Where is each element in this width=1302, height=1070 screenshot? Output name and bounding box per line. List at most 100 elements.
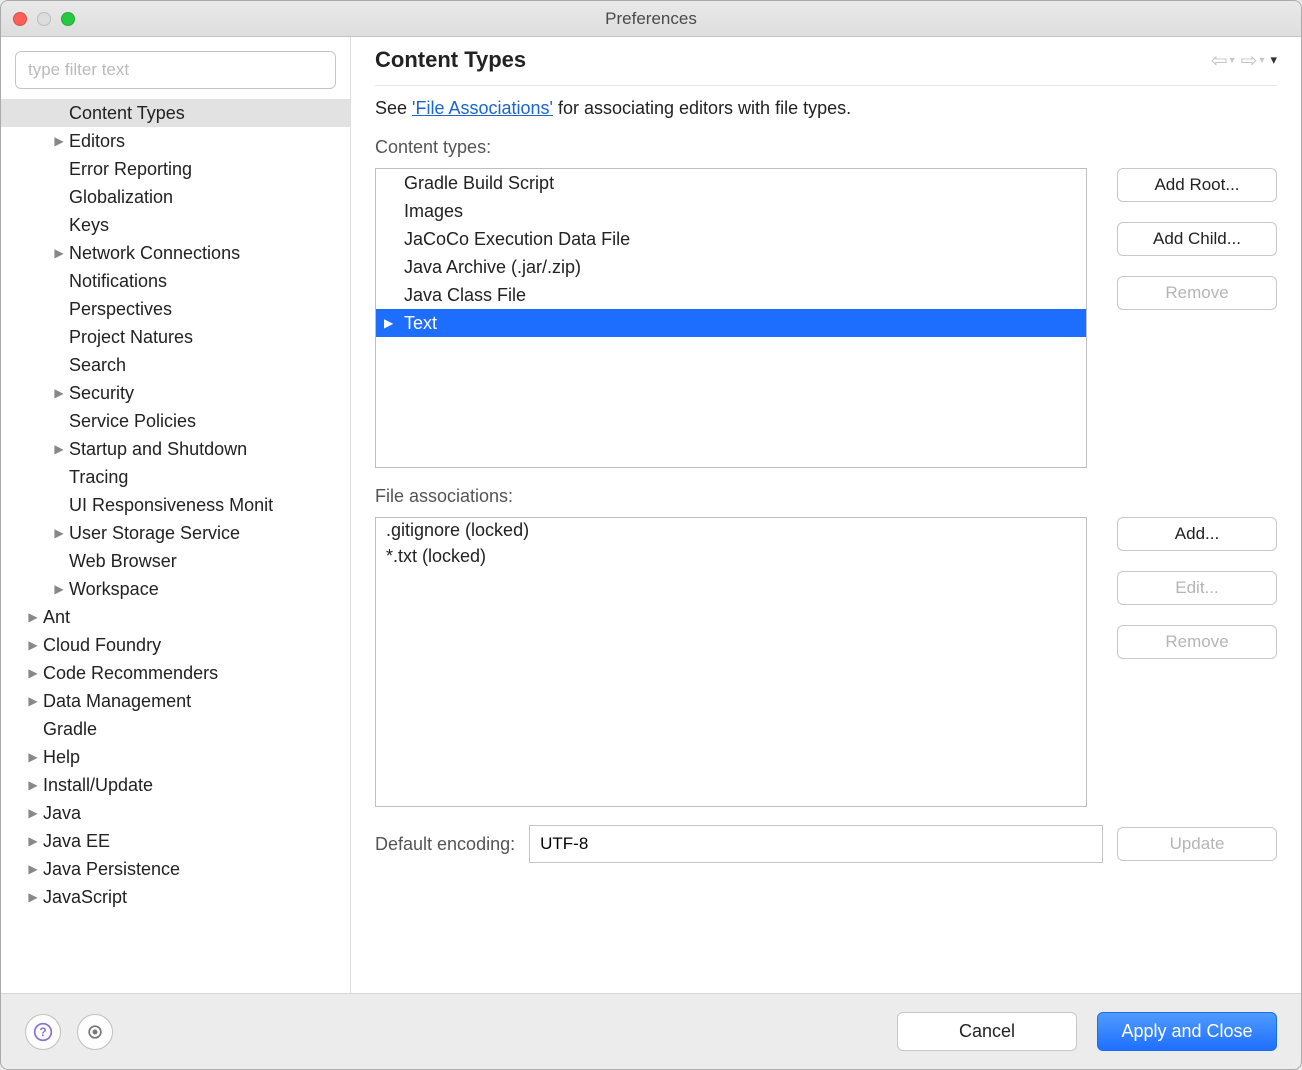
chevron-right-icon: ▶ — [53, 246, 65, 260]
filter-input[interactable] — [15, 51, 336, 89]
nav-toolbar: ⇦▾ ⇨▾ ▾ — [1211, 48, 1277, 73]
tree-item-label: User Storage Service — [67, 523, 240, 544]
tree-item-label: Data Management — [41, 691, 191, 712]
tree-item[interactable]: ▶Security — [1, 379, 350, 407]
chevron-right-icon: ▶ — [27, 610, 39, 624]
file-association-item[interactable]: *.txt (locked) — [376, 544, 1086, 570]
tree-item[interactable]: Web Browser — [1, 547, 350, 575]
file-associations-label: File associations: — [375, 486, 1277, 507]
sidebar: Content Types ▶Editors Error Reporting Glob… — [1, 37, 351, 993]
tree-item[interactable]: ▶Java EE — [1, 827, 350, 855]
content-type-item[interactable]: Gradle Build Script — [376, 169, 1086, 197]
tree-item-label: Workspace — [67, 579, 159, 600]
content-type-label: Text — [404, 313, 437, 334]
chevron-right-icon: ▶ — [53, 442, 65, 456]
add-assoc-button[interactable]: Add... — [1117, 517, 1277, 551]
file-associations-list[interactable]: .gitignore (locked)*.txt (locked) — [375, 517, 1087, 807]
titlebar[interactable]: Preferences — [1, 1, 1301, 37]
chevron-right-icon: ▶ — [27, 638, 39, 652]
chevron-right-icon: ▶ — [27, 666, 39, 680]
content-types-list[interactable]: Gradle Build Script Images JaCoCo Executio… — [375, 168, 1087, 468]
content-type-label: Gradle Build Script — [404, 173, 554, 194]
nav-forward-button[interactable]: ⇨▾ — [1241, 48, 1265, 73]
encoding-input[interactable] — [529, 825, 1103, 863]
apply-close-button[interactable]: Apply and Close — [1097, 1012, 1277, 1051]
tree-item[interactable]: Keys — [1, 211, 350, 239]
file-associations-link[interactable]: 'File Associations' — [412, 98, 553, 118]
tree-item[interactable]: ▶Data Management — [1, 687, 350, 715]
tree-item-label: Globalization — [67, 187, 173, 208]
minimize-window-icon — [37, 12, 51, 26]
content-type-item[interactable]: JaCoCo Execution Data File — [376, 225, 1086, 253]
chevron-right-icon: ▶ — [384, 316, 393, 330]
tree-item-label: Tracing — [67, 467, 128, 488]
tree-item[interactable]: Search — [1, 351, 350, 379]
add-child-button[interactable]: Add Child... — [1117, 222, 1277, 256]
tree-item-label: Java Persistence — [41, 859, 180, 880]
tree-item[interactable]: ▶Code Recommenders — [1, 659, 350, 687]
tree-item[interactable]: ▶Java — [1, 799, 350, 827]
preferences-tree[interactable]: Content Types ▶Editors Error Reporting Glob… — [1, 97, 350, 993]
tree-item-label: Code Recommenders — [41, 663, 218, 684]
tree-item[interactable]: ▶Editors — [1, 127, 350, 155]
nav-back-button[interactable]: ⇦▾ — [1211, 48, 1235, 73]
tree-item-label: Perspectives — [67, 299, 172, 320]
file-association-item[interactable]: .gitignore (locked) — [376, 518, 1086, 544]
tree-item[interactable]: Globalization — [1, 183, 350, 211]
tree-item-label: Cloud Foundry — [41, 635, 161, 656]
content-types-label: Content types: — [375, 137, 1277, 158]
tree-item[interactable]: ▶Workspace — [1, 575, 350, 603]
tree-item-label: Security — [67, 383, 134, 404]
edit-assoc-button: Edit... — [1117, 571, 1277, 605]
tree-item[interactable]: Error Reporting — [1, 155, 350, 183]
chevron-right-icon: ▶ — [27, 750, 39, 764]
zoom-window-icon[interactable] — [61, 12, 75, 26]
tree-item[interactable]: ▶Network Connections — [1, 239, 350, 267]
content-type-item[interactable]: Images — [376, 197, 1086, 225]
tree-item[interactable]: Service Policies — [1, 407, 350, 435]
main-panel: Content Types ⇦▾ ⇨▾ ▾ See 'File Associat… — [351, 37, 1301, 993]
tree-item-label: Gradle — [41, 719, 97, 740]
view-menu-icon[interactable]: ▾ — [1270, 52, 1277, 68]
content-type-item[interactable]: Java Class File — [376, 281, 1086, 309]
chevron-right-icon: ▶ — [53, 526, 65, 540]
tree-item[interactable]: ▶JavaScript — [1, 883, 350, 911]
tree-item[interactable]: Gradle — [1, 715, 350, 743]
content-type-label: Images — [404, 201, 463, 222]
tree-item[interactable]: ▶Startup and Shutdown — [1, 435, 350, 463]
content-type-label: Java Archive (.jar/.zip) — [404, 257, 581, 278]
tree-item[interactable]: ▶User Storage Service — [1, 519, 350, 547]
close-window-icon[interactable] — [13, 12, 27, 26]
encoding-label: Default encoding: — [375, 834, 515, 855]
tree-item[interactable]: Project Natures — [1, 323, 350, 351]
content-type-item[interactable]: ▶ Text — [376, 309, 1086, 337]
tree-item-label: Ant — [41, 607, 70, 628]
content-type-item[interactable]: Java Archive (.jar/.zip) — [376, 253, 1086, 281]
tree-item-label: Content Types — [67, 103, 185, 124]
tree-item[interactable]: ▶Ant — [1, 603, 350, 631]
tree-item[interactable]: ▶Java Persistence — [1, 855, 350, 883]
chevron-right-icon: ▶ — [53, 386, 65, 400]
tree-item-label: Web Browser — [67, 551, 177, 572]
page-title: Content Types — [375, 47, 526, 73]
tree-item[interactable]: ▶Help — [1, 743, 350, 771]
tree-item[interactable]: ▶Install/Update — [1, 771, 350, 799]
footer: ? Cancel Apply and Close — [1, 993, 1301, 1069]
tree-item[interactable]: ▶Cloud Foundry — [1, 631, 350, 659]
cancel-button[interactable]: Cancel — [897, 1012, 1077, 1051]
tree-item-label: Notifications — [67, 271, 167, 292]
help-button[interactable]: ? — [25, 1014, 61, 1050]
tree-item[interactable]: Content Types — [1, 99, 350, 127]
add-root-button[interactable]: Add Root... — [1117, 168, 1277, 202]
tree-item[interactable]: UI Responsiveness Monit — [1, 491, 350, 519]
chevron-right-icon: ▶ — [27, 862, 39, 876]
tree-item[interactable]: Tracing — [1, 463, 350, 491]
tree-item[interactable]: Notifications — [1, 267, 350, 295]
tree-item-label: Error Reporting — [67, 159, 192, 180]
tree-item-label: Search — [67, 355, 126, 376]
chevron-right-icon: ▶ — [27, 890, 39, 904]
tree-item[interactable]: Perspectives — [1, 295, 350, 323]
remove-assoc-button: Remove — [1117, 625, 1277, 659]
window-title: Preferences — [1, 9, 1301, 29]
progress-button[interactable] — [77, 1014, 113, 1050]
